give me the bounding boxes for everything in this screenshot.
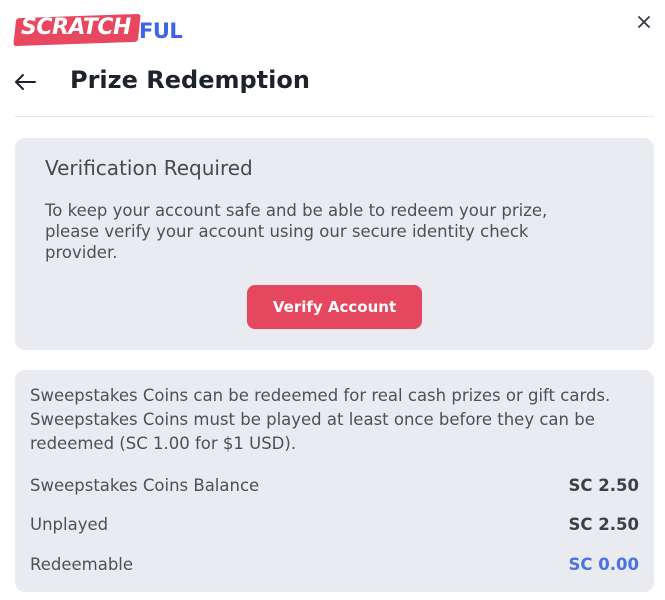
close-button[interactable] (634, 12, 654, 32)
balance-value: SC 2.50 (568, 476, 639, 495)
redeemable-label: Redeemable (30, 555, 134, 574)
redeemable-row: Redeemable SC 0.00 (30, 555, 639, 574)
logo-text-scratch: SCRATCH (21, 15, 131, 40)
redeemable-value: SC 0.00 (568, 555, 639, 574)
unplayed-row: Unplayed SC 2.50 (30, 515, 639, 534)
verification-card: Verification Required To keep your accou… (15, 138, 654, 350)
unplayed-value: SC 2.50 (568, 515, 639, 534)
verification-message: To keep your account safe and be able to… (45, 201, 548, 262)
page-title: Prize Redemption (70, 66, 310, 94)
balance-label: Sweepstakes Coins Balance (30, 476, 260, 495)
arrow-left-icon (15, 74, 36, 90)
redemption-info-card: Sweepstakes Coins can be redeemed for re… (15, 370, 654, 592)
balance-row: Sweepstakes Coins Balance SC 2.50 (30, 476, 639, 495)
logo-text-ful: FUL (139, 19, 183, 43)
verification-title: Verification Required (45, 156, 253, 180)
back-button[interactable] (13, 71, 37, 93)
verify-account-button[interactable]: Verify Account (247, 285, 422, 329)
unplayed-label: Unplayed (30, 515, 109, 534)
scratchful-logo: SCRATCH FUL (13, 10, 190, 48)
redemption-description: Sweepstakes Coins can be redeemed for re… (30, 386, 611, 453)
close-icon (638, 16, 650, 28)
header-divider (15, 116, 654, 117)
